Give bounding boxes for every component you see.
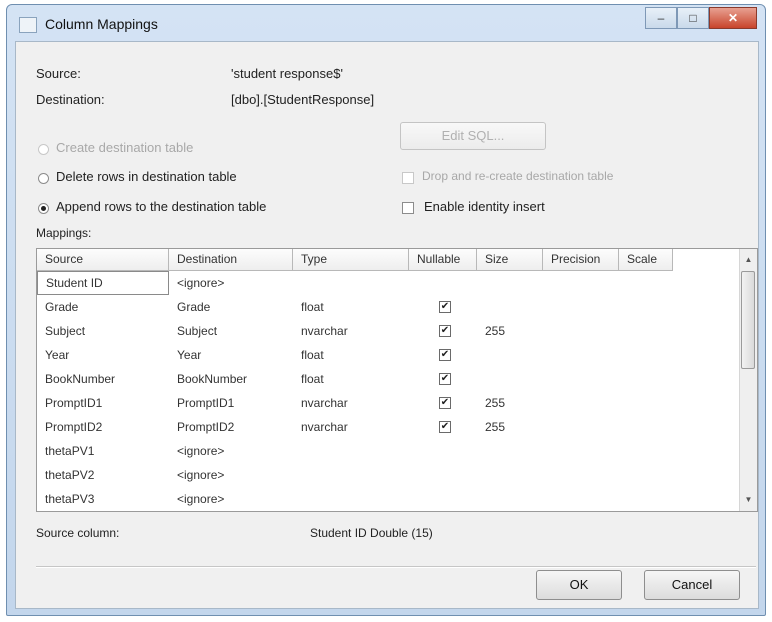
column-header-destination[interactable]: Destination <box>169 249 293 271</box>
nullable-checkbox[interactable]: ✔ <box>439 301 451 313</box>
footer-divider <box>36 566 756 568</box>
title-bar: Column Mappings – □ ✕ <box>7 5 765 41</box>
destination-value: [dbo].[StudentResponse] <box>231 92 375 107</box>
vertical-scrollbar[interactable]: ▲ ▼ <box>739 249 757 511</box>
cell-size[interactable] <box>477 295 543 319</box>
ok-button[interactable]: OK <box>536 570 622 600</box>
cell-size[interactable] <box>477 487 543 511</box>
cell-destination[interactable]: <ignore> <box>169 439 293 463</box>
source-value: 'student response$' <box>231 66 343 81</box>
table-row[interactable]: Year Year float ✔ <box>37 343 741 367</box>
edit-sql-button[interactable]: Edit SQL... <box>400 122 546 150</box>
cell-type[interactable] <box>293 439 409 463</box>
cell-type[interactable] <box>293 271 409 295</box>
dialog-body: Source: 'student response$' Destination:… <box>15 41 759 609</box>
cell-size[interactable] <box>477 367 543 391</box>
column-header-nullable[interactable]: Nullable <box>409 249 477 271</box>
identity-insert-checkbox[interactable] <box>402 202 414 214</box>
cell-size[interactable]: 255 <box>477 319 543 343</box>
table-row[interactable]: thetaPV2 <ignore> <box>37 463 741 487</box>
cell-destination[interactable]: Year <box>169 343 293 367</box>
cell-destination[interactable]: <ignore> <box>169 271 293 295</box>
cell-type[interactable] <box>293 463 409 487</box>
cell-type[interactable]: float <box>293 367 409 391</box>
cell-type[interactable] <box>293 487 409 511</box>
cell-source[interactable]: thetaPV2 <box>37 463 169 487</box>
cell-source[interactable]: Student ID <box>37 271 169 295</box>
identity-insert-label: Enable identity insert <box>424 199 545 214</box>
cell-size[interactable] <box>477 343 543 367</box>
column-mappings-dialog: Column Mappings – □ ✕ Source: 'student r… <box>6 4 766 616</box>
append-rows-label: Append rows to the destination table <box>56 199 267 214</box>
cell-source[interactable]: Grade <box>37 295 169 319</box>
source-label: Source: <box>36 66 81 81</box>
cell-size[interactable] <box>477 439 543 463</box>
cell-size[interactable] <box>477 463 543 487</box>
cell-source[interactable]: Subject <box>37 319 169 343</box>
cell-type[interactable]: float <box>293 343 409 367</box>
delete-rows-radio[interactable] <box>38 173 49 184</box>
maximize-button[interactable]: □ <box>677 7 709 29</box>
mappings-label: Mappings: <box>36 226 92 240</box>
cell-destination[interactable]: PromptID1 <box>169 391 293 415</box>
cell-destination[interactable]: PromptID2 <box>169 415 293 439</box>
table-row[interactable]: thetaPV1 <ignore> <box>37 439 741 463</box>
source-column-label: Source column: <box>36 526 120 540</box>
drop-recreate-checkbox[interactable] <box>402 172 414 184</box>
cell-source[interactable]: BookNumber <box>37 367 169 391</box>
cell-destination[interactable]: BookNumber <box>169 367 293 391</box>
destination-label: Destination: <box>36 92 105 107</box>
nullable-checkbox[interactable]: ✔ <box>439 325 451 337</box>
cell-type[interactable]: nvarchar <box>293 415 409 439</box>
window-icon <box>19 17 37 33</box>
table-row[interactable]: thetaPV3 <ignore> <box>37 487 741 511</box>
cell-type[interactable]: float <box>293 295 409 319</box>
table-row[interactable]: BookNumber BookNumber float ✔ <box>37 367 741 391</box>
table-row[interactable]: PromptID1 PromptID1 nvarchar 255 ✔ <box>37 391 741 415</box>
create-table-label: Create destination table <box>56 140 194 155</box>
cell-destination[interactable]: Grade <box>169 295 293 319</box>
nullable-checkbox[interactable]: ✔ <box>439 373 451 385</box>
cell-size[interactable] <box>477 271 543 295</box>
scroll-down-icon[interactable]: ▼ <box>742 493 755 506</box>
cell-source[interactable]: PromptID2 <box>37 415 169 439</box>
cell-type[interactable]: nvarchar <box>293 391 409 415</box>
drop-recreate-label: Drop and re-create destination table <box>422 169 614 183</box>
create-table-radio[interactable] <box>38 144 49 155</box>
column-header-scale[interactable]: Scale <box>619 249 673 271</box>
table-row[interactable]: Student ID <ignore> <box>37 271 741 295</box>
table-row[interactable]: PromptID2 PromptID2 nvarchar 255 ✔ <box>37 415 741 439</box>
mappings-grid[interactable]: Source Destination Type Nullable Size Pr… <box>36 248 758 512</box>
cancel-button[interactable]: Cancel <box>644 570 740 600</box>
cell-destination[interactable]: <ignore> <box>169 463 293 487</box>
source-column-value: Student ID Double (15) <box>310 526 433 540</box>
scrollbar-thumb[interactable] <box>741 271 755 369</box>
nullable-checkbox[interactable]: ✔ <box>439 397 451 409</box>
cell-type[interactable]: nvarchar <box>293 319 409 343</box>
cell-source[interactable]: thetaPV3 <box>37 487 169 511</box>
nullable-checkbox[interactable]: ✔ <box>439 421 451 433</box>
cell-source[interactable]: PromptID1 <box>37 391 169 415</box>
column-header-type[interactable]: Type <box>293 249 409 271</box>
delete-rows-label: Delete rows in destination table <box>56 169 237 184</box>
cell-source[interactable]: thetaPV1 <box>37 439 169 463</box>
cell-size[interactable]: 255 <box>477 415 543 439</box>
window-title: Column Mappings <box>45 16 158 32</box>
minimize-button[interactable]: – <box>645 7 677 29</box>
cell-destination[interactable]: Subject <box>169 319 293 343</box>
append-rows-radio[interactable] <box>38 203 49 214</box>
column-header-source[interactable]: Source <box>37 249 169 271</box>
cell-destination[interactable]: <ignore> <box>169 487 293 511</box>
column-header-size[interactable]: Size <box>477 249 543 271</box>
close-button[interactable]: ✕ <box>709 7 757 29</box>
scroll-up-icon[interactable]: ▲ <box>742 253 755 266</box>
column-header-precision[interactable]: Precision <box>543 249 619 271</box>
cell-size[interactable]: 255 <box>477 391 543 415</box>
table-row[interactable]: Subject Subject nvarchar 255 ✔ <box>37 319 741 343</box>
cell-source[interactable]: Year <box>37 343 169 367</box>
table-row[interactable]: Grade Grade float ✔ <box>37 295 741 319</box>
nullable-checkbox[interactable]: ✔ <box>439 349 451 361</box>
